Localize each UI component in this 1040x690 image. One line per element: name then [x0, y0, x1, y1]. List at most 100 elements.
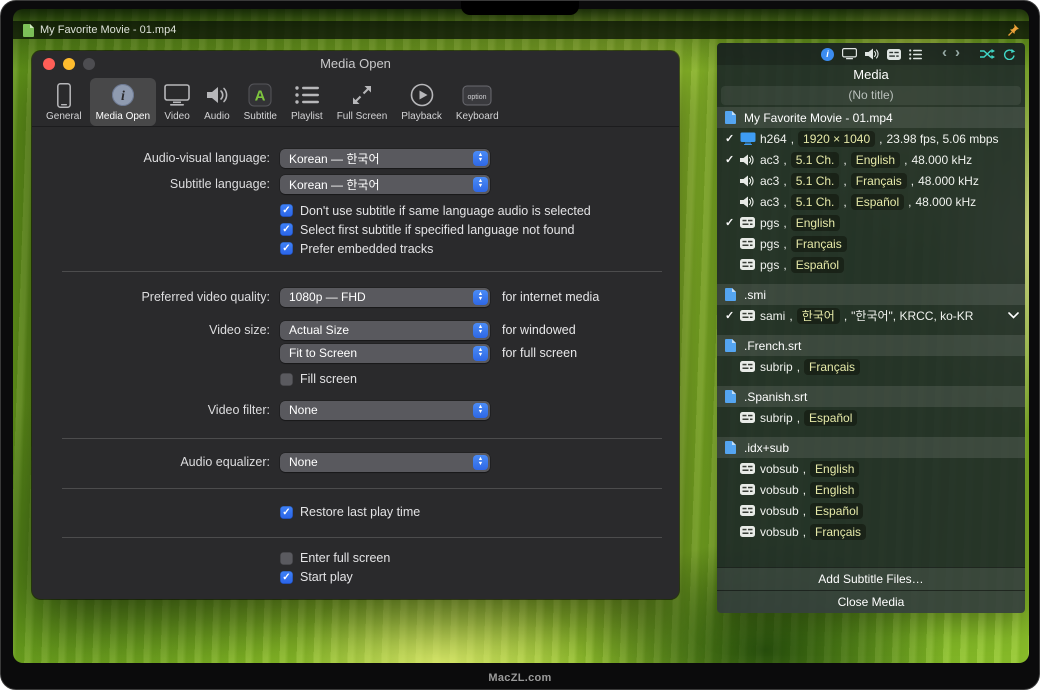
- window-titlebar[interactable]: My Favorite Movie - 01.mp4: [13, 21, 1029, 39]
- start-play-checkbox[interactable]: [280, 571, 293, 584]
- video-filter-select[interactable]: None ▲▼: [280, 401, 490, 420]
- track-badge: Français: [851, 173, 907, 189]
- close-media-button[interactable]: Close Media: [717, 590, 1025, 613]
- track-text: ,: [908, 195, 911, 209]
- check-icon: ✓: [725, 153, 740, 166]
- media-file-row[interactable]: My Favorite Movie - 01.mp4: [717, 107, 1025, 128]
- field-label: Video filter:: [32, 400, 270, 420]
- media-open-form: Audio-visual language: Korean — 한국어 ▲▼ S…: [32, 51, 679, 599]
- media-track-row[interactable]: vobsub,Français: [717, 521, 1025, 542]
- track-text: ,: [783, 237, 786, 251]
- media-track-row[interactable]: ac3,5.1 Ch.,Español,48.000 kHz: [717, 191, 1025, 212]
- track-text: ,: [791, 132, 794, 146]
- media-track-row[interactable]: vobsub,Español: [717, 500, 1025, 521]
- fill-screen-checkbox[interactable]: [280, 373, 293, 386]
- track-text: ,: [904, 153, 907, 167]
- restore-last-play-time-checkbox[interactable]: [280, 506, 293, 519]
- track-text: ,: [911, 174, 914, 188]
- popup-value: Korean — 한국어: [280, 150, 379, 167]
- stepper-icon: ▲▼: [473, 346, 488, 361]
- video-track-icon: [740, 132, 760, 145]
- media-info-icon[interactable]: i: [821, 48, 834, 61]
- desktop: My Favorite Movie - 01.mp4 Media Open Ge…: [13, 9, 1029, 663]
- track-text: ac3: [760, 195, 779, 209]
- media-track-row[interactable]: subrip,Français: [717, 356, 1025, 377]
- chevron-down-icon[interactable]: [1008, 312, 1019, 319]
- separator: [62, 271, 662, 272]
- media-track-row[interactable]: ✓sami,한국어,"한국어", KRCC, ko-KR: [717, 305, 1025, 326]
- stepper-icon: ▲▼: [473, 323, 488, 338]
- media-track-row[interactable]: vobsub,English: [717, 458, 1025, 479]
- subtitle-track-icon: [740, 484, 760, 495]
- track-badge: English: [851, 152, 900, 168]
- popup-value: Fit to Screen: [280, 346, 357, 360]
- track-badge: 한국어: [797, 308, 840, 324]
- stepper-icon: ▲▼: [473, 151, 488, 166]
- subtitle-language-row: Subtitle language: Korean — 한국어 ▲▼: [32, 174, 679, 194]
- track-badge: Español: [810, 503, 863, 519]
- next-icon[interactable]: ›: [955, 46, 960, 60]
- media-track-row[interactable]: ✓h264,1920 × 1040,23.98 fps, 5.06 mbps: [717, 128, 1025, 149]
- camera-notch: [461, 1, 579, 15]
- track-text: ,: [843, 195, 846, 209]
- subtitle-tracks-icon[interactable]: [887, 49, 901, 60]
- field-note: for windowed: [502, 323, 576, 337]
- media-file-row[interactable]: .smi: [717, 284, 1025, 305]
- enter-full-screen-checkbox[interactable]: [280, 552, 293, 565]
- media-track-row[interactable]: ✓pgs,English: [717, 212, 1025, 233]
- track-text: ,: [783, 153, 786, 167]
- subtitle-track-icon: [740, 463, 760, 474]
- audio-track-icon: [740, 154, 760, 166]
- media-file-row[interactable]: .French.srt: [717, 335, 1025, 356]
- fill-screen-row: Fill screen: [32, 370, 679, 388]
- video-quality-select[interactable]: 1080p — FHD ▲▼: [280, 288, 490, 307]
- separator: [62, 488, 662, 489]
- playlist-icon[interactable]: [909, 49, 922, 60]
- media-panel: i ‹ ›: [717, 43, 1025, 613]
- checkbox[interactable]: [280, 204, 293, 217]
- audio-tracks-icon[interactable]: [865, 48, 879, 60]
- file-icon: [725, 390, 738, 403]
- track-text: ac3: [760, 174, 779, 188]
- media-track-row[interactable]: pgs,Español: [717, 254, 1025, 275]
- track-text: subrip: [760, 411, 793, 425]
- track-text: ,: [797, 411, 800, 425]
- file-name: .Spanish.srt: [744, 390, 807, 404]
- audio-track-icon: [740, 175, 760, 187]
- add-subtitle-files-button[interactable]: Add Subtitle Files…: [717, 567, 1025, 590]
- check-icon: ✓: [725, 132, 740, 145]
- stepper-icon: ▲▼: [473, 177, 488, 192]
- checkbox[interactable]: [280, 242, 293, 255]
- repeat-icon[interactable]: [1003, 48, 1016, 60]
- file-name: .French.srt: [744, 339, 801, 353]
- separator: [62, 438, 662, 439]
- subtitle-language-select[interactable]: Korean — 한국어 ▲▼: [280, 175, 490, 194]
- media-track-row[interactable]: pgs,Français: [717, 233, 1025, 254]
- track-badge: 1920 × 1040: [798, 131, 875, 147]
- media-track-row[interactable]: ✓ac3,5.1 Ch.,English,48.000 kHz: [717, 149, 1025, 170]
- media-track-row[interactable]: subrip,Español: [717, 407, 1025, 428]
- file-icon: [725, 441, 738, 454]
- pin-icon[interactable]: [1007, 24, 1019, 36]
- video-tracks-icon[interactable]: [842, 48, 857, 60]
- laptop-bezel: My Favorite Movie - 01.mp4 Media Open Ge…: [0, 0, 1040, 690]
- video-size-fullscreen-select[interactable]: Fit to Screen ▲▼: [280, 344, 490, 363]
- video-size-fullscreen-row: Fit to Screen ▲▼ for full screen: [32, 343, 679, 363]
- panel-title: Media: [717, 65, 1025, 85]
- media-track-row[interactable]: ac3,5.1 Ch.,Français,48.000 kHz: [717, 170, 1025, 191]
- track-text: ,: [783, 195, 786, 209]
- audio-equalizer-select[interactable]: None ▲▼: [280, 453, 490, 472]
- media-file-row[interactable]: .Spanish.srt: [717, 386, 1025, 407]
- field-label: Subtitle language:: [32, 174, 270, 194]
- subtitle-track-icon: [740, 505, 760, 516]
- media-track-row[interactable]: vobsub,English: [717, 479, 1025, 500]
- video-size-windowed-select[interactable]: Actual Size ▲▼: [280, 321, 490, 340]
- file-icon: [725, 111, 738, 124]
- audio-visual-language-select[interactable]: Korean — 한국어 ▲▼: [280, 149, 490, 168]
- track-text: pgs: [760, 258, 779, 272]
- track-text: vobsub: [760, 462, 799, 476]
- shuffle-icon[interactable]: [980, 48, 995, 60]
- checkbox[interactable]: [280, 223, 293, 236]
- media-file-row[interactable]: .idx+sub: [717, 437, 1025, 458]
- previous-icon[interactable]: ‹: [942, 46, 947, 60]
